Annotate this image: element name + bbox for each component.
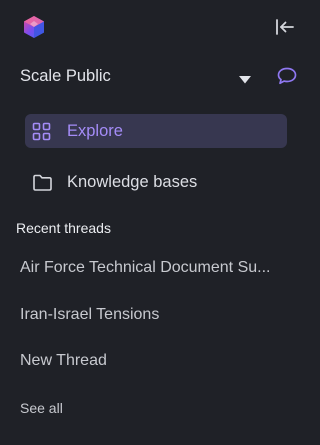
new-thread-button[interactable] <box>276 65 298 87</box>
workspace-name[interactable]: Scale Public <box>20 67 111 86</box>
nav-item-label: Knowledge bases <box>67 173 198 191</box>
thread-item[interactable]: New Thread <box>20 352 290 370</box>
nav-item-label: Explore <box>67 122 123 140</box>
recent-threads-heading: Recent threads <box>16 220 111 236</box>
scale-logo-icon[interactable] <box>22 15 46 39</box>
grid-icon <box>32 122 51 141</box>
collapse-sidebar-button[interactable] <box>274 16 296 38</box>
thread-item[interactable]: Air Force Technical Document Su... <box>20 259 290 277</box>
collapse-sidebar-icon <box>276 19 294 35</box>
workspace-selector: Scale Public <box>20 63 300 91</box>
caret-down-icon[interactable] <box>238 72 252 84</box>
sidebar: Scale Public Explore Knowledge bases Rec… <box>0 0 313 445</box>
thread-item[interactable]: Iran-Israel Tensions <box>20 306 290 324</box>
chat-bubble-icon <box>277 67 297 85</box>
see-all-link[interactable]: See all <box>20 400 63 416</box>
nav-item-knowledge-bases[interactable]: Knowledge bases <box>25 165 287 199</box>
folder-icon <box>32 173 52 192</box>
nav-item-explore[interactable]: Explore <box>25 114 287 148</box>
